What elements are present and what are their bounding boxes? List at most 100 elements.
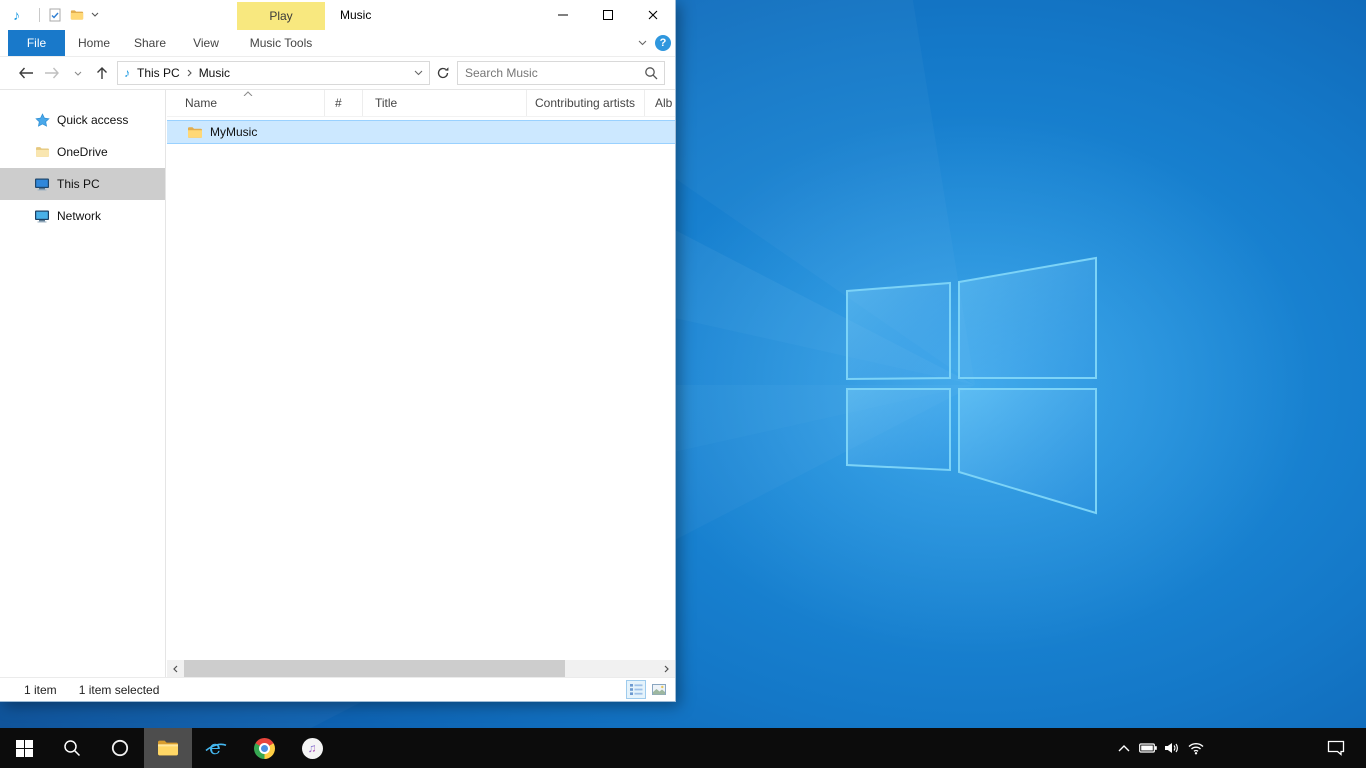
details-view-button[interactable] xyxy=(626,680,646,699)
tab-share-label: Share xyxy=(134,36,166,50)
sidebar-item-network[interactable]: Network xyxy=(0,200,165,232)
star-icon xyxy=(34,112,50,128)
navigation-pane: Quick access OneDrive This PC xyxy=(0,90,166,677)
search-box xyxy=(457,61,665,85)
column-header-label: Contributing artists xyxy=(535,96,635,110)
scroll-right-arrow[interactable] xyxy=(658,660,675,677)
chevron-up-icon xyxy=(1118,745,1130,752)
minimize-button[interactable] xyxy=(540,0,585,30)
address-bar[interactable]: ♪ This PC Music xyxy=(117,61,430,85)
scrollbar-thumb[interactable] xyxy=(184,660,565,677)
action-center-icon xyxy=(1327,740,1345,756)
breadcrumb-music-label: Music xyxy=(199,66,230,80)
qat-customize-dropdown-icon[interactable] xyxy=(91,12,99,17)
column-header-label: # xyxy=(335,96,342,110)
titlebar[interactable]: ♪ Play Music xyxy=(0,0,675,30)
item-count: 1 item xyxy=(24,683,57,697)
explorer-window: ♪ Play Music xyxy=(0,0,676,702)
close-button[interactable] xyxy=(630,0,675,30)
back-button[interactable] xyxy=(12,57,40,89)
tab-home-label: Home xyxy=(78,36,110,50)
file-name: MyMusic xyxy=(210,125,257,139)
taskbar-itunes-button[interactable]: ♫ xyxy=(288,728,336,768)
column-header-number[interactable]: # xyxy=(325,90,363,116)
breadcrumb-music[interactable]: Music xyxy=(192,62,237,84)
sidebar-item-this-pc[interactable]: This PC xyxy=(0,168,165,200)
breadcrumb-this-pc-label: This PC xyxy=(137,66,180,80)
file-list: Name # Title Contributing artists Alb My… xyxy=(167,90,675,677)
help-button[interactable]: ? xyxy=(655,35,671,51)
music-note-icon[interactable]: ♪ xyxy=(13,7,20,23)
tab-home[interactable]: Home xyxy=(70,30,118,56)
forward-button[interactable] xyxy=(40,57,64,89)
tab-music-tools-label: Music Tools xyxy=(250,36,312,50)
refresh-button[interactable] xyxy=(431,61,454,85)
cortana-button[interactable] xyxy=(96,728,144,768)
sidebar-item-onedrive[interactable]: OneDrive xyxy=(0,136,165,168)
column-header-label: Name xyxy=(185,96,217,110)
quick-access-toolbar-separator xyxy=(39,8,40,22)
column-header-contributing-artists[interactable]: Contributing artists xyxy=(527,90,645,116)
search-icon xyxy=(63,739,81,757)
tab-view-label: View xyxy=(193,36,219,50)
details-view-icon xyxy=(630,684,643,695)
tab-file-label: File xyxy=(27,36,46,50)
qat-properties-icon[interactable] xyxy=(49,8,61,22)
hidden-icons-chevron[interactable] xyxy=(1112,728,1136,768)
maximize-icon xyxy=(603,10,613,20)
tab-file[interactable]: File xyxy=(8,30,65,56)
file-explorer-icon xyxy=(157,739,179,757)
folder-icon xyxy=(187,126,203,139)
horizontal-scrollbar[interactable] xyxy=(167,660,675,677)
forward-arrow-icon xyxy=(44,67,60,79)
search-input[interactable] xyxy=(458,66,638,80)
scroll-left-arrow[interactable] xyxy=(167,660,184,677)
start-button[interactable] xyxy=(0,728,48,768)
sidebar-item-quick-access[interactable]: Quick access xyxy=(0,104,165,136)
column-headers: Name # Title Contributing artists Alb xyxy=(167,90,675,117)
column-header-title[interactable]: Title xyxy=(363,90,527,116)
window-body: Quick access OneDrive This PC xyxy=(0,90,675,677)
refresh-icon xyxy=(436,66,450,80)
maximize-button[interactable] xyxy=(585,0,630,30)
system-tray xyxy=(1112,728,1208,768)
tab-share[interactable]: Share xyxy=(124,30,176,56)
action-center-button[interactable] xyxy=(1318,728,1354,768)
address-dropdown-icon[interactable] xyxy=(407,70,429,76)
window-title: Music xyxy=(340,0,371,30)
tab-music-tools[interactable]: Music Tools xyxy=(237,30,325,56)
volume-icon[interactable] xyxy=(1160,728,1184,768)
expand-ribbon-button[interactable] xyxy=(631,30,653,56)
file-rows: MyMusic xyxy=(167,117,675,144)
chevron-down-icon xyxy=(74,71,82,76)
column-header-label: Alb xyxy=(655,96,672,110)
up-button[interactable] xyxy=(90,57,114,89)
network-wifi-icon[interactable] xyxy=(1184,728,1208,768)
sidebar-item-label: OneDrive xyxy=(57,145,108,159)
contextual-tab-play-header[interactable]: Play xyxy=(237,2,325,30)
search-icon[interactable] xyxy=(638,66,664,80)
battery-icon[interactable] xyxy=(1136,728,1160,768)
taskbar-chrome-button[interactable] xyxy=(240,728,288,768)
selection-count: 1 item selected xyxy=(79,683,160,697)
sidebar-item-label: This PC xyxy=(57,177,100,191)
taskbar-file-explorer-button[interactable] xyxy=(144,728,192,768)
sidebar-item-label: Network xyxy=(57,209,101,223)
column-header-album[interactable]: Alb xyxy=(645,90,675,116)
tab-view[interactable]: View xyxy=(182,30,230,56)
chrome-icon xyxy=(254,738,275,759)
breadcrumb-this-pc[interactable]: This PC xyxy=(130,62,187,84)
taskbar-internet-explorer-button[interactable]: e xyxy=(192,728,240,768)
column-header-label: Title xyxy=(375,96,397,110)
desktop: ♪ Play Music xyxy=(0,0,1366,768)
large-icons-view-button[interactable] xyxy=(649,680,669,699)
status-bar: 1 item 1 item selected xyxy=(0,677,675,701)
recent-locations-dropdown[interactable] xyxy=(68,57,88,89)
taskbar-search-button[interactable] xyxy=(48,728,96,768)
chevron-down-icon xyxy=(638,40,647,46)
file-row-mymusic[interactable]: MyMusic xyxy=(167,120,675,144)
cortana-circle-icon xyxy=(111,739,129,757)
address-row: ♪ This PC Music xyxy=(0,57,675,90)
qat-new-folder-icon[interactable] xyxy=(70,9,84,21)
play-header-label: Play xyxy=(269,9,292,23)
